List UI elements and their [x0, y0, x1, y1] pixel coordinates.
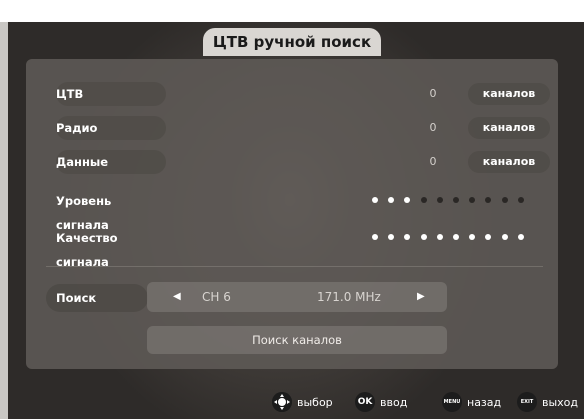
row-data-unit: каналов — [468, 151, 550, 173]
row-dtv-unit: каналов — [468, 83, 550, 105]
signal-level-dot — [436, 197, 443, 203]
menu-icon: MENU — [442, 392, 462, 412]
right-arrow-icon[interactable]: ▶ — [417, 291, 425, 302]
row-radio-count: 0 — [429, 121, 437, 134]
channel-selector[interactable]: ◀ CH 6 171.0 MHz ▶ — [147, 282, 447, 312]
hint-back: MENU назад — [442, 392, 501, 412]
signal-quality-dot — [436, 234, 443, 240]
signal-quality-dot — [453, 234, 459, 240]
signal-quality-label: Качество сигнала — [56, 226, 166, 269]
row-radio-text: Радио — [56, 121, 98, 135]
signal-level-dot — [420, 197, 427, 203]
row-data-label: Данные — [56, 150, 166, 174]
signal-quality-dot — [420, 234, 427, 240]
top-border — [0, 0, 584, 22]
hint-exit: EXIT выход — [517, 392, 578, 412]
signal-quality-dot — [372, 234, 378, 240]
row-dtv-count: 0 — [429, 87, 437, 100]
hint-enter: OK ввод — [355, 392, 407, 412]
row-data-text: Данные — [56, 155, 109, 169]
row-radio-unit: каналов — [468, 117, 550, 139]
signal-level-label: Уровень сигнала — [56, 189, 166, 232]
scan-channels-button[interactable]: Поиск каналов — [147, 326, 447, 354]
divider — [46, 266, 543, 267]
row-dtv-text: ЦТВ — [56, 87, 84, 101]
channel-value: CH 6 — [202, 290, 231, 304]
signal-quality-dot — [517, 234, 524, 240]
left-arrow-icon[interactable]: ◀ — [173, 291, 181, 302]
frequency-value: 171.0 MHz — [317, 290, 381, 304]
dpad-icon — [272, 392, 292, 412]
signal-quality-dot — [501, 234, 508, 240]
left-border — [0, 22, 8, 419]
exit-icon: EXIT — [517, 392, 537, 412]
footer-hints: выбор OK ввод MENU назад EXIT выход — [0, 385, 584, 419]
ok-icon: OK — [355, 392, 375, 412]
signal-level-dot — [517, 197, 524, 203]
hint-back-label: назад — [467, 395, 502, 409]
hint-select: выбор — [272, 392, 333, 412]
row-radio-label: Радио — [56, 116, 166, 140]
hint-enter-label: ввод — [380, 395, 408, 409]
signal-level-dot — [453, 197, 459, 203]
dialog-title: ЦТВ ручной поиск — [203, 28, 381, 56]
signal-level-dot — [372, 197, 378, 203]
row-dtv-label: ЦТВ — [56, 82, 166, 106]
hint-exit-label: выход — [542, 395, 579, 409]
search-label: Поиск — [46, 284, 148, 312]
signal-level-dot — [501, 197, 508, 203]
hint-select-label: выбор — [297, 395, 333, 409]
row-data-count: 0 — [429, 155, 437, 168]
